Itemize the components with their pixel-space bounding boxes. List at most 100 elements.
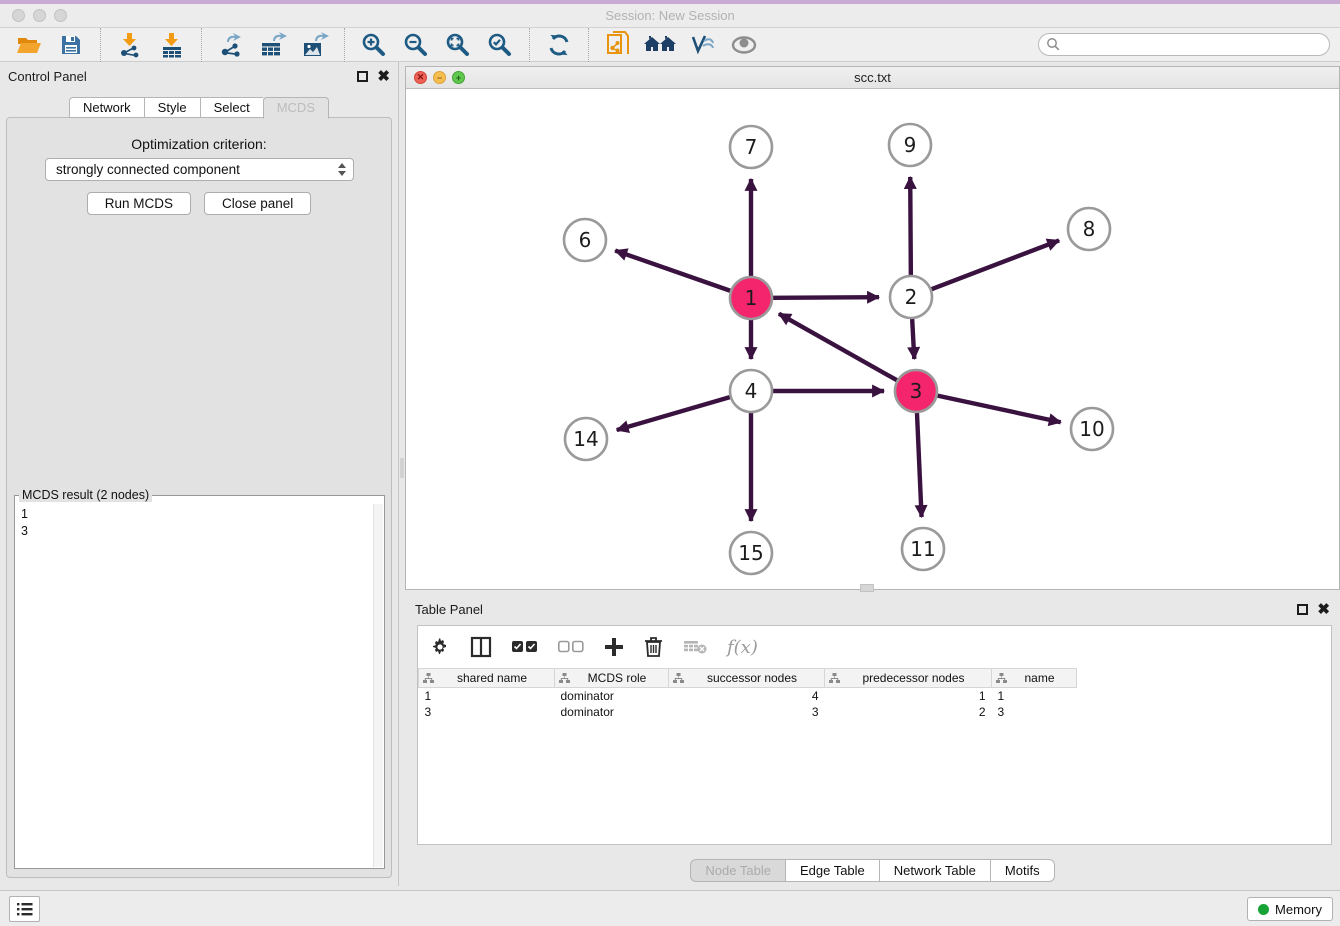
tab-style[interactable]: Style <box>144 97 200 118</box>
table-panel-body: f(x) shared nameMCDS rolesuccessor nodes… <box>417 625 1332 845</box>
table-row[interactable]: 1dominator411 <box>419 688 1332 704</box>
graph-node-14[interactable]: 14 <box>565 418 607 460</box>
mcds-tab-content: Optimization criterion: strongly connect… <box>6 117 392 878</box>
hide-glasses-icon[interactable] <box>686 30 718 60</box>
table-cell[interactable]: 3 <box>419 704 555 720</box>
column-header-predecessor-nodes[interactable]: predecessor nodes <box>825 669 992 688</box>
open-session-icon[interactable] <box>13 30 45 60</box>
tab-network[interactable]: Network <box>69 97 144 118</box>
graph-edge-3-11[interactable] <box>917 413 922 517</box>
refresh-icon[interactable] <box>543 30 575 60</box>
tab-motifs[interactable]: Motifs <box>990 859 1055 882</box>
graph-node-9[interactable]: 9 <box>889 124 931 166</box>
run-mcds-button[interactable]: Run MCDS <box>87 192 191 215</box>
zoom-selected-icon[interactable] <box>484 30 516 60</box>
graph-node-2[interactable]: 2 <box>890 276 932 318</box>
gear-icon[interactable] <box>430 637 450 657</box>
export-network-icon[interactable] <box>215 30 247 60</box>
select-stepper-icon <box>338 163 346 176</box>
panel-list-button[interactable] <box>9 896 40 922</box>
tab-select[interactable]: Select <box>200 97 263 118</box>
search-input[interactable] <box>1038 33 1330 56</box>
graph-edge-2-8[interactable] <box>932 240 1060 289</box>
import-table-icon[interactable] <box>156 30 188 60</box>
svg-text:14: 14 <box>573 427 598 451</box>
close-panel-icon[interactable]: ✖ <box>377 71 390 82</box>
graph-edge-1-6[interactable] <box>615 251 730 291</box>
save-session-icon[interactable] <box>55 30 87 60</box>
table-cell[interactable]: dominator <box>555 688 669 704</box>
add-icon[interactable] <box>604 637 624 657</box>
zoom-fit-icon[interactable] <box>442 30 474 60</box>
close-table-panel-icon[interactable]: ✖ <box>1317 604 1330 615</box>
delete-icon[interactable] <box>644 636 663 658</box>
select-all-checkbox-icon[interactable] <box>512 640 538 654</box>
node-table[interactable]: shared nameMCDS rolesuccessor nodesprede… <box>418 668 1331 720</box>
graph-node-6[interactable]: 6 <box>564 219 606 261</box>
clone-network-icon[interactable] <box>602 30 634 60</box>
zoom-in-icon[interactable] <box>358 30 390 60</box>
float-panel-icon[interactable] <box>357 71 368 82</box>
toolbar-separator <box>201 28 202 62</box>
table-cell[interactable]: 1 <box>419 688 555 704</box>
graph-edge-3-10[interactable] <box>938 396 1061 423</box>
close-panel-button[interactable]: Close panel <box>204 192 311 215</box>
window-title: Session: New Session <box>0 8 1340 23</box>
export-image-icon[interactable] <box>299 30 331 60</box>
search-container <box>1038 33 1330 56</box>
node-table-body: 1dominator4113dominator323 <box>419 688 1332 720</box>
table-row[interactable]: 3dominator323 <box>419 704 1332 720</box>
graph-edge-2-3[interactable] <box>912 319 914 359</box>
float-table-panel-icon[interactable] <box>1297 604 1308 615</box>
columns-icon[interactable] <box>470 636 492 658</box>
graph-node-11[interactable]: 11 <box>902 528 944 570</box>
graph-node-3[interactable]: 3 <box>895 370 937 412</box>
graph-node-10[interactable]: 10 <box>1071 408 1113 450</box>
table-toolbar: f(x) <box>418 626 1331 668</box>
home-icon[interactable] <box>644 30 676 60</box>
table-cell[interactable]: 4 <box>669 688 825 704</box>
delete-table-icon[interactable] <box>683 639 707 655</box>
graph-node-4[interactable]: 4 <box>730 370 772 412</box>
graph-edge-1-2[interactable] <box>773 297 879 298</box>
tab-mcds[interactable]: MCDS <box>263 97 329 119</box>
graph-edge-4-14[interactable] <box>617 397 730 430</box>
column-tree-icon <box>559 673 570 684</box>
graph-node-7[interactable]: 7 <box>730 126 772 168</box>
splitter-handle-horizontal[interactable] <box>860 584 874 592</box>
splitter-handle-vertical[interactable] <box>400 458 404 478</box>
table-cell[interactable]: 3 <box>669 704 825 720</box>
table-cell[interactable]: 2 <box>825 704 992 720</box>
graph-edge-2-9[interactable] <box>910 177 911 275</box>
graph-node-8[interactable]: 8 <box>1068 208 1110 250</box>
mcds-result-text[interactable]: 1 3 <box>17 504 372 866</box>
table-cell[interactable]: dominator <box>555 704 669 720</box>
zoom-out-icon[interactable] <box>400 30 432 60</box>
network-canvas[interactable]: 7 9 6 8 1 2 4 3 14 10 15 11 <box>406 89 1339 589</box>
column-header-MCDS-role[interactable]: MCDS role <box>555 669 669 688</box>
column-header-name[interactable]: name <box>992 669 1077 688</box>
table-cell[interactable]: 3 <box>992 704 1077 720</box>
table-cell[interactable]: 1 <box>825 688 992 704</box>
criterion-select[interactable]: strongly connected component <box>45 158 354 181</box>
svg-text:11: 11 <box>910 537 935 561</box>
tab-node-table[interactable]: Node Table <box>690 859 785 882</box>
memory-label: Memory <box>1275 902 1322 917</box>
import-network-icon[interactable] <box>114 30 146 60</box>
column-header-shared-name[interactable]: shared name <box>419 669 555 688</box>
column-header-successor-nodes[interactable]: successor nodes <box>669 669 825 688</box>
tab-edge-table[interactable]: Edge Table <box>785 859 879 882</box>
deselect-all-checkbox-icon[interactable] <box>558 640 584 654</box>
graph-node-15[interactable]: 15 <box>730 532 772 574</box>
table-cell[interactable]: 1 <box>992 688 1077 704</box>
graph-node-1[interactable]: 1 <box>730 277 772 319</box>
mcds-result-title: MCDS result (2 nodes) <box>19 488 152 502</box>
function-builder-icon[interactable]: f(x) <box>727 637 758 658</box>
memory-button[interactable]: Memory <box>1247 897 1333 921</box>
mcds-result-scrollbar[interactable] <box>373 504 383 867</box>
tab-network-table[interactable]: Network Table <box>879 859 990 882</box>
export-table-icon[interactable] <box>257 30 289 60</box>
eye-icon[interactable] <box>728 30 760 60</box>
svg-text:1: 1 <box>745 286 758 310</box>
graph-edge-3-1[interactable] <box>779 314 897 380</box>
